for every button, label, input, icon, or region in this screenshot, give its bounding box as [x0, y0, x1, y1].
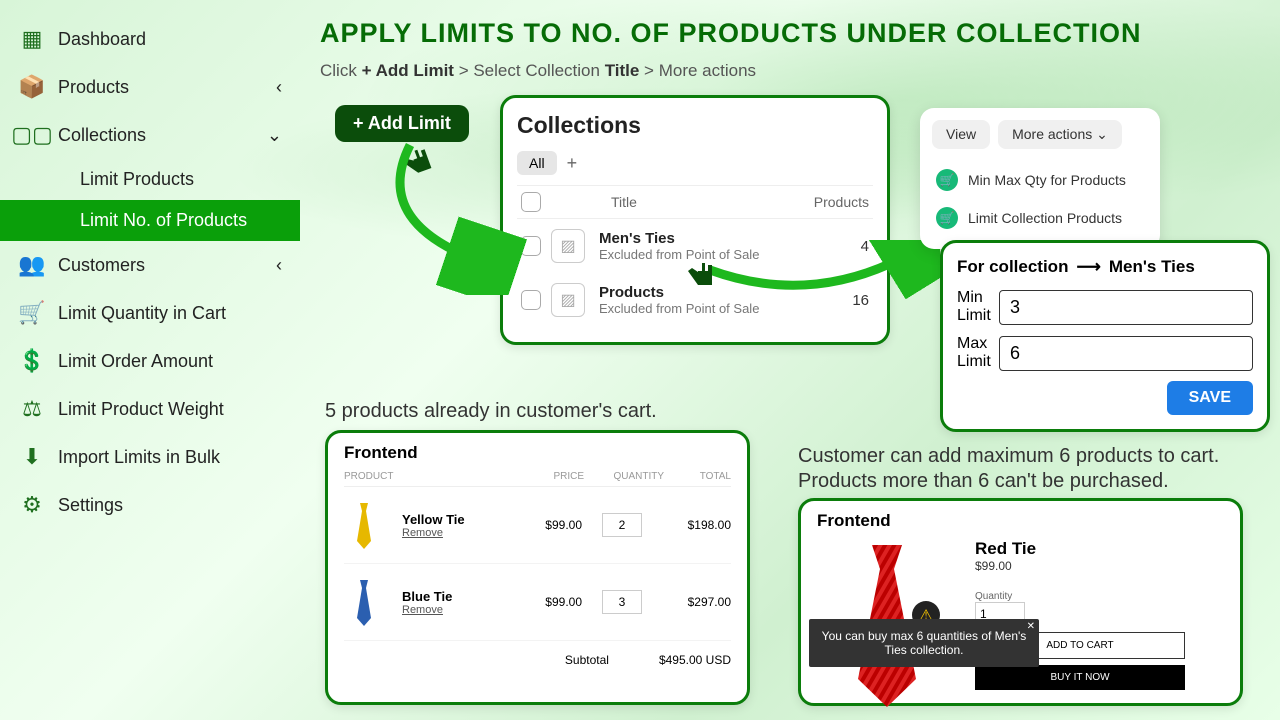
nav-dashboard[interactable]: ▦Dashboard — [0, 15, 300, 63]
action-limit-collection[interactable]: 🛒Limit Collection Products — [932, 199, 1148, 237]
collections-title: Collections — [517, 112, 873, 139]
close-icon[interactable]: ✕ — [1027, 621, 1035, 632]
product-name: Yellow Tie — [402, 512, 512, 527]
download-icon: ⬇ — [18, 443, 46, 471]
nav-limit-order-amount[interactable]: 💲Limit Order Amount — [0, 337, 300, 385]
subtotal-value: $495.00 USD — [659, 653, 731, 667]
frontend-title: Frontend — [344, 443, 731, 463]
product-name: Red Tie — [975, 539, 1185, 559]
arrow-right-icon: ⟶ — [1076, 257, 1100, 277]
item-price: $99.00 — [512, 595, 582, 609]
item-total: $198.00 — [662, 518, 731, 532]
product-price: $99.00 — [975, 559, 1185, 573]
more-actions-button[interactable]: More actions ⌄ — [998, 120, 1122, 149]
col-product: PRODUCT — [344, 471, 514, 482]
sidebar: ▦Dashboard 📦Products‹ ▢▢Collections⌄ Lim… — [0, 0, 300, 720]
cart-badge-icon: 🛒 — [936, 169, 958, 191]
scale-icon: ⚖ — [18, 395, 46, 423]
nav-import-limits[interactable]: ⬇Import Limits in Bulk — [0, 433, 300, 481]
col-total: TOTAL — [664, 471, 731, 482]
remove-link[interactable]: Remove — [402, 604, 512, 616]
nav-limit-products[interactable]: Limit Products — [0, 159, 300, 200]
frontend-product-panel: Frontend Red Tie $99.00 Quantity ADD TO … — [798, 498, 1243, 706]
people-icon: 👥 — [18, 251, 46, 279]
nav-customers[interactable]: 👥Customers‹ — [0, 241, 300, 289]
pointer-hand-icon — [680, 250, 720, 290]
cart-row: Yellow TieRemove $99.00 $198.00 — [344, 487, 731, 564]
caption-cart-count: 5 products already in customer's cart. — [325, 400, 657, 423]
cart-icon: 🛒 — [18, 299, 46, 327]
for-collection-label: For collection — [957, 257, 1068, 276]
limit-toast: ✕You can buy max 6 quantities of Men's T… — [809, 619, 1039, 667]
subtotal-label: Subtotal — [565, 653, 609, 667]
add-tab-button[interactable]: + — [567, 153, 578, 174]
cart-row: Blue TieRemove $99.00 $297.00 — [344, 564, 731, 641]
buy-now-button[interactable]: BUY IT NOW — [975, 665, 1185, 690]
page-title: APPLY LIMITS TO NO. OF PRODUCTS UNDER CO… — [320, 18, 1270, 49]
cart-badge-icon: 🛒 — [936, 207, 958, 229]
more-actions-panel: View More actions ⌄ 🛒Min Max Qty for Pro… — [920, 108, 1160, 249]
chevron-left-icon: ‹ — [276, 255, 282, 276]
item-price: $99.00 — [512, 518, 582, 532]
caption-max-a: Customer can add maximum 6 products to c… — [798, 445, 1219, 468]
grid-icon: ▦ — [18, 25, 46, 53]
min-limit-input[interactable] — [999, 290, 1253, 325]
frontend-cart-panel: Frontend PRODUCTPRICEQUANTITYTOTAL Yello… — [325, 430, 750, 705]
max-limit-label: Max Limit — [957, 335, 999, 371]
remove-link[interactable]: Remove — [402, 527, 512, 539]
col-qty: QUANTITY — [584, 471, 664, 482]
chevron-down-icon: ⌄ — [267, 125, 282, 146]
chevron-down-icon: ⌄ — [1096, 126, 1108, 142]
nav-limit-product-weight[interactable]: ⚖Limit Product Weight — [0, 385, 300, 433]
qty-input[interactable] — [602, 513, 642, 537]
col-price: PRICE — [514, 471, 584, 482]
nav-collections[interactable]: ▢▢Collections⌄ — [0, 111, 300, 159]
image-icon: ▨ — [551, 229, 585, 263]
frontend-title: Frontend — [817, 511, 1224, 531]
nav-limit-no-products[interactable]: Limit No. of Products — [0, 200, 300, 241]
save-button[interactable]: SAVE — [1167, 381, 1253, 415]
target-collection: Men's Ties — [1109, 257, 1195, 276]
view-button[interactable]: View — [932, 120, 990, 149]
max-limit-input[interactable] — [999, 336, 1253, 371]
action-min-max-qty[interactable]: 🛒Min Max Qty for Products — [932, 161, 1148, 199]
col-header-title: Title — [611, 194, 814, 210]
item-total: $297.00 — [662, 595, 731, 609]
min-limit-label: Min Limit — [957, 289, 999, 325]
qty-label: Quantity — [975, 591, 1185, 602]
caption-max-b: Products more than 6 can't be purchased. — [798, 470, 1169, 493]
col-header-products: Products — [814, 194, 869, 210]
box-icon: 📦 — [18, 73, 46, 101]
image-icon: ▨ — [551, 283, 585, 317]
tie-icon — [344, 576, 384, 628]
nav-settings[interactable]: ⚙Settings — [0, 481, 300, 529]
chevron-left-icon: ‹ — [276, 77, 282, 98]
instruction-text: Click + Add Limit > Select Collection Ti… — [320, 61, 1270, 81]
limit-form-panel: For collection ⟶ Men's Ties Min Limit Max … — [940, 240, 1270, 432]
qty-input[interactable] — [602, 590, 642, 614]
nav-products[interactable]: 📦Products‹ — [0, 63, 300, 111]
tie-icon — [344, 499, 384, 551]
gear-icon: ⚙ — [18, 491, 46, 519]
flow-arrow-icon — [370, 135, 530, 295]
nav-limit-qty-cart[interactable]: 🛒Limit Quantity in Cart — [0, 289, 300, 337]
money-icon: 💲 — [18, 347, 46, 375]
tiles-icon: ▢▢ — [18, 121, 46, 149]
product-name: Blue Tie — [402, 589, 512, 604]
flow-arrow-icon — [700, 240, 940, 320]
